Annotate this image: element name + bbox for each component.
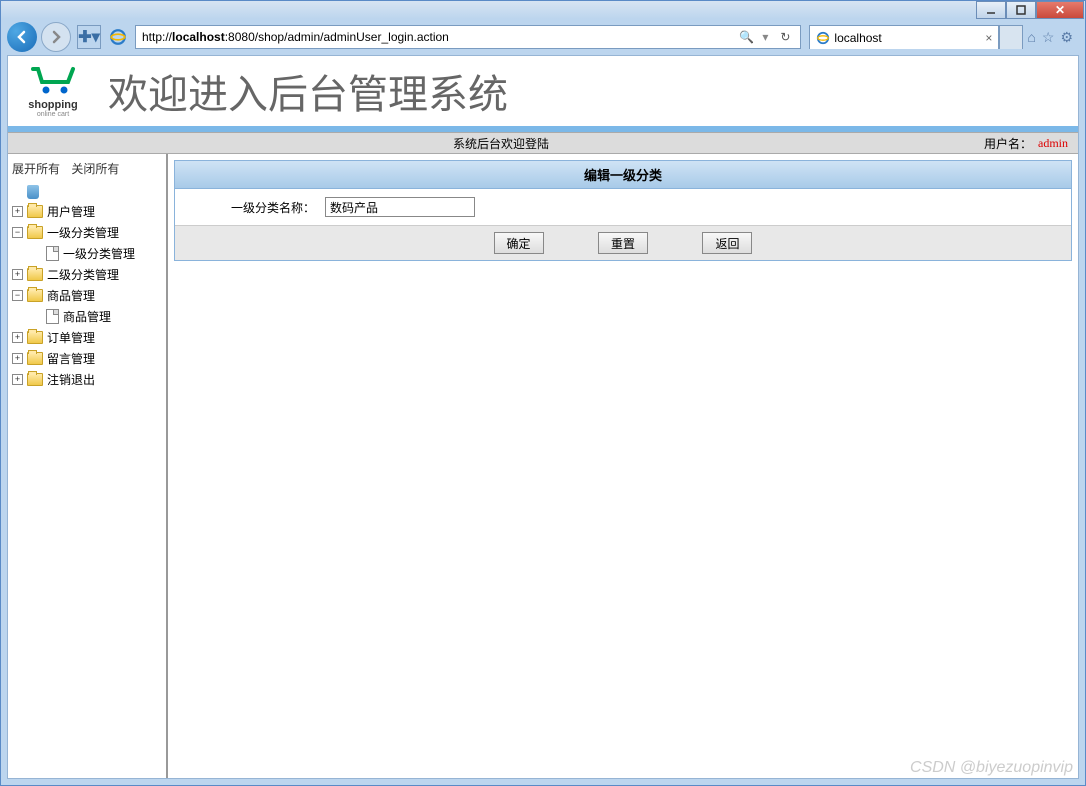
tree-item-8[interactable]: + 注销退出: [12, 369, 162, 390]
tree-toggle-icon[interactable]: +: [12, 206, 23, 217]
browser-nav: ✚▾ http://localhost:8080/shop/admin/admi…: [1, 19, 1085, 55]
ok-button[interactable]: 确定: [494, 232, 544, 254]
folder-icon: [27, 205, 43, 218]
tree-toggle-icon[interactable]: +: [12, 269, 23, 280]
nav-tree: [12, 183, 162, 201]
window-minimize-button[interactable]: [976, 1, 1006, 19]
sidebar: 展开所有 关闭所有 +用户管理−一级分类管理一级分类管理+二级分类管理−商品管理…: [8, 154, 168, 778]
main-content: 编辑一级分类 一级分类名称： 确定 重置 返回: [168, 154, 1078, 778]
tree-item-label: 一级分类管理: [47, 224, 119, 241]
new-tab-button[interactable]: [999, 25, 1023, 49]
reset-button[interactable]: 重置: [598, 232, 648, 254]
tree-item-label: 商品管理: [47, 287, 95, 304]
collapse-all-link[interactable]: 关闭所有: [71, 162, 119, 176]
window-close-button[interactable]: ✕: [1036, 1, 1084, 19]
database-icon: [27, 185, 39, 199]
favorites-icon[interactable]: ☆: [1042, 29, 1055, 46]
ie-icon: [816, 31, 830, 45]
tree-toggle-icon[interactable]: +: [12, 374, 23, 385]
back-button[interactable]: 返回: [702, 232, 752, 254]
tree-item-3[interactable]: + 二级分类管理: [12, 264, 162, 285]
tree-item-label: 二级分类管理: [47, 266, 119, 283]
nav-forward-button[interactable]: [41, 22, 71, 52]
tree-item-0[interactable]: + 用户管理: [12, 201, 162, 222]
browser-window: ✕ ✚▾ http://localhost:8080/shop/admin/ad…: [0, 0, 1086, 786]
field-label: 一级分类名称：: [195, 199, 325, 216]
tree-toggle-icon[interactable]: −: [12, 227, 23, 238]
username-value: admin: [1038, 136, 1068, 151]
home-icon[interactable]: ⌂: [1027, 29, 1035, 46]
tab-title: localhost: [834, 31, 881, 45]
tree-toggle-icon[interactable]: −: [12, 290, 23, 301]
page-title: 欢迎进入后台管理系统: [108, 62, 508, 120]
tree-item-label: 注销退出: [47, 371, 95, 388]
welcome-text: 系统后台欢迎登陆: [453, 135, 549, 152]
window-titlebar: ✕: [1, 1, 1085, 19]
window-maximize-button[interactable]: [1006, 1, 1036, 19]
page-icon: [46, 246, 59, 261]
folder-icon: [27, 268, 43, 281]
folder-icon: [27, 289, 43, 302]
browser-toolbar-icons: ⌂ ☆ ⚙: [1027, 29, 1079, 46]
page-header: shopping online cart 欢迎进入后台管理系统: [8, 56, 1078, 132]
category-name-input[interactable]: [325, 197, 475, 217]
edit-panel: 编辑一级分类 一级分类名称： 确定 重置 返回: [174, 160, 1072, 261]
button-row: 确定 重置 返回: [175, 225, 1071, 260]
tree-item-2[interactable]: 一级分类管理: [12, 243, 162, 264]
tree-toggle-icon[interactable]: +: [12, 353, 23, 364]
tree-root[interactable]: [12, 183, 162, 201]
folder-icon: [27, 373, 43, 386]
search-icon[interactable]: 🔍: [735, 30, 758, 44]
logo: shopping online cart: [18, 64, 88, 118]
tree-item-6[interactable]: + 订单管理: [12, 327, 162, 348]
tab-close-icon[interactable]: ×: [985, 31, 992, 45]
settings-icon[interactable]: ⚙: [1060, 29, 1073, 46]
browser-tab[interactable]: localhost ×: [809, 25, 999, 49]
tree-item-label: 商品管理: [63, 308, 111, 325]
expand-all-link[interactable]: 展开所有: [12, 162, 60, 176]
folder-icon: [27, 352, 43, 365]
tree-item-label: 用户管理: [47, 203, 95, 220]
nav-add-button[interactable]: ✚▾: [77, 25, 101, 49]
username-label: 用户名：: [984, 135, 1032, 152]
tree-item-5[interactable]: 商品管理: [12, 306, 162, 327]
ie-icon: [109, 28, 127, 46]
folder-icon: [27, 226, 43, 239]
tree-item-label: 留言管理: [47, 350, 95, 367]
folder-icon: [27, 331, 43, 344]
tab-strip: localhost ×: [809, 25, 1023, 49]
url-text: http://localhost:8080/shop/admin/adminUs…: [142, 30, 731, 44]
info-bar: 系统后台欢迎登陆 用户名： admin: [8, 132, 1078, 154]
logo-text-2: online cart: [18, 111, 88, 118]
nav-back-button[interactable]: [7, 22, 37, 52]
tree-toggle-icon[interactable]: +: [12, 332, 23, 343]
form-row: 一级分类名称：: [175, 189, 1071, 225]
logo-text-1: shopping: [18, 99, 88, 111]
tree-item-7[interactable]: + 留言管理: [12, 348, 162, 369]
page-icon: [46, 309, 59, 324]
refresh-icon[interactable]: ↻: [776, 30, 794, 44]
url-bar[interactable]: http://localhost:8080/shop/admin/adminUs…: [135, 25, 801, 49]
panel-title: 编辑一级分类: [175, 161, 1071, 189]
tree-item-label: 订单管理: [47, 329, 95, 346]
tree-item-1[interactable]: − 一级分类管理: [12, 222, 162, 243]
url-dropdown-icon[interactable]: ▾: [758, 30, 772, 44]
tree-item-4[interactable]: − 商品管理: [12, 285, 162, 306]
tree-item-label: 一级分类管理: [63, 245, 135, 262]
page-content: shopping online cart 欢迎进入后台管理系统 系统后台欢迎登陆…: [7, 55, 1079, 779]
